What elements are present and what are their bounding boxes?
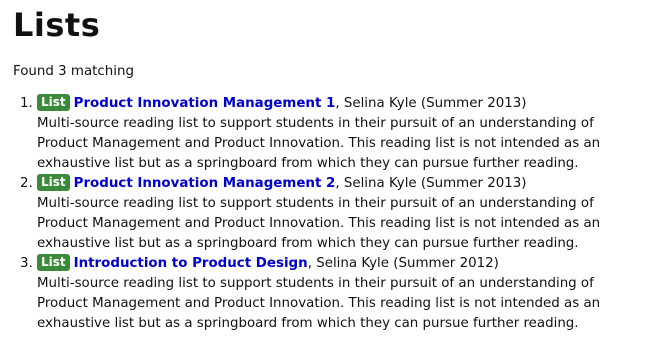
result-title-link[interactable]: Product Innovation Management 1 xyxy=(74,96,336,111)
result-title-line: List Product Innovation Management 1, Sel… xyxy=(37,94,638,114)
results-count: Found 3 matching xyxy=(13,64,134,79)
result-meta: , Selina Kyle (Summer 2013) xyxy=(335,176,527,191)
list-type-badge: List xyxy=(37,254,70,271)
result-title-link[interactable]: Introduction to Product Design xyxy=(74,256,308,271)
result-description: Multi-source reading list to support stu… xyxy=(37,116,601,171)
list-item: List Product Innovation Management 1, Sel… xyxy=(37,94,638,174)
result-description: Multi-source reading list to support stu… xyxy=(37,196,601,251)
result-meta: , Selina Kyle (Summer 2013) xyxy=(335,96,527,111)
list-type-badge: List xyxy=(37,94,70,111)
list-type-badge: List xyxy=(37,174,70,191)
list-item: List Product Innovation Management 2, Sel… xyxy=(37,174,638,254)
page-title: Lists xyxy=(13,6,101,44)
result-title-link[interactable]: Product Innovation Management 2 xyxy=(74,176,336,191)
result-meta: , Selina Kyle (Summer 2012) xyxy=(307,256,499,271)
results-list: ListProduct Innovation Management 1, Sel… xyxy=(13,94,638,334)
result-description: Multi-source reading list to support stu… xyxy=(37,276,601,331)
page-content: Lists Found 3 matching List Product Innov… xyxy=(13,0,638,334)
list-item: List Introduction to Product Design, Seli… xyxy=(37,254,638,334)
result-title-line: List Product Innovation Management 2, Sel… xyxy=(37,174,638,194)
result-title-line: List Introduction to Product Design, Seli… xyxy=(37,254,638,274)
